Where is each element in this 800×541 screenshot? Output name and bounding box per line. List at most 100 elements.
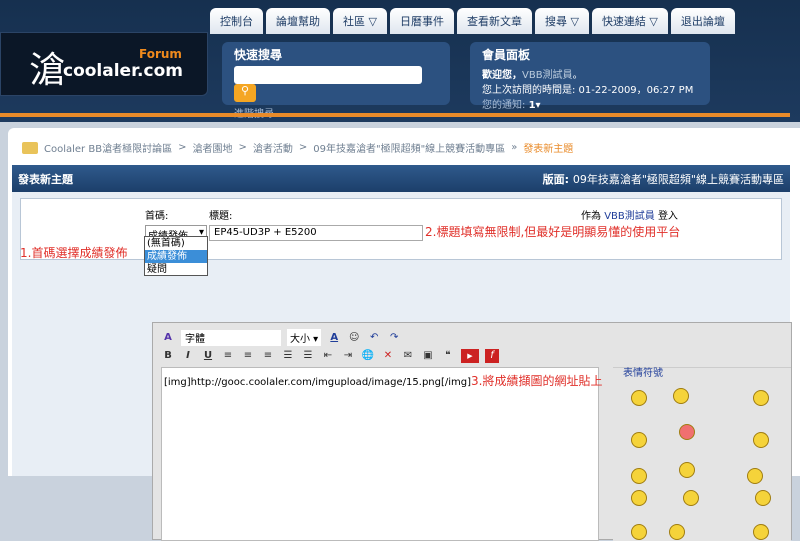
notice-count[interactable]: 1 — [529, 100, 536, 111]
smiley-icon[interactable] — [631, 390, 647, 406]
email-icon[interactable]: ✉ — [401, 349, 415, 363]
smiley-icon[interactable] — [747, 468, 763, 484]
youtube-icon[interactable]: ▶ — [461, 349, 479, 363]
smiley-icon[interactable] — [753, 524, 769, 540]
flash-icon[interactable]: f — [485, 349, 499, 363]
text-color-icon[interactable]: A — [327, 331, 341, 345]
remove-format-icon[interactable]: A — [161, 331, 175, 345]
crumb-2[interactable]: 滄者活動 — [253, 140, 293, 155]
smiley-icon[interactable] — [753, 390, 769, 406]
align-center-icon[interactable]: ≡ — [241, 349, 255, 363]
tab-quick-links[interactable]: 快速連結 ▽ — [591, 8, 668, 34]
member-panel: 會員面板 歡迎您，VBB測試員。 您上次訪問的時間是: 01-22-2009，0… — [470, 42, 710, 111]
welcome-suffix: 。 — [572, 70, 583, 81]
logged-suffix: 登入 — [657, 211, 678, 222]
tab-community[interactable]: 社區 ▽ — [333, 8, 387, 34]
indent-icon[interactable]: ⇥ — [341, 349, 355, 363]
quote-icon[interactable]: ❝ — [441, 349, 455, 363]
site-logo[interactable]: 滄 Forum coolaler.com — [0, 32, 208, 96]
smiley-icon[interactable] — [631, 468, 647, 484]
smiley-icon[interactable] — [753, 432, 769, 448]
quick-search-panel: 快速搜尋 ⚲ 進階搜尋 — [222, 42, 450, 120]
toolbar-row-1: A 字體 大小 ▾ A ☺ ↶ ↷ — [161, 329, 401, 346]
search-icon[interactable]: ⚲ — [234, 84, 256, 102]
outdent-icon[interactable]: ⇤ — [321, 349, 335, 363]
username-link[interactable]: VBB測試員 — [522, 70, 573, 81]
align-right-icon[interactable]: ≡ — [261, 349, 275, 363]
prefix-option[interactable]: 疑問 — [145, 263, 207, 276]
smiley-icon[interactable] — [669, 524, 685, 540]
smiley-icon[interactable] — [683, 490, 699, 506]
tab-help[interactable]: 論壇幫助 — [266, 8, 330, 34]
tab-logout[interactable]: 退出論壇 — [670, 8, 735, 34]
font-select[interactable]: 字體 — [181, 329, 281, 346]
redo-icon[interactable]: ↷ — [387, 331, 401, 345]
title-bar: 發表新主題 版面: 09年技嘉滄者"極限超頻"線上競賽活動專區 — [12, 165, 790, 192]
italic-icon[interactable]: I — [181, 349, 195, 363]
tab-new-posts[interactable]: 查看新文章 — [456, 8, 532, 34]
logo-glyph: 滄 — [29, 50, 66, 91]
prefix-option-selected[interactable]: 成績發佈 — [145, 250, 207, 263]
prefix-option[interactable]: (無首碼) — [145, 237, 207, 250]
size-value: 大小 — [290, 334, 310, 345]
forum-name: 09年技嘉滄者"極限超頻"線上競賽活動專區 — [572, 172, 784, 186]
page-title: 發表新主題 — [18, 172, 73, 186]
last-visit: 您上次訪問的時間是: 01-22-2009，06:27 PM — [482, 85, 694, 96]
tab-calendar[interactable]: 日曆事件 — [389, 8, 454, 34]
annotation-2: 2.標題填寫無限制,但最好是明顯易懂的使用平台 — [425, 225, 681, 239]
undo-icon[interactable]: ↶ — [367, 331, 381, 345]
divider — [0, 113, 790, 117]
search-input[interactable] — [234, 66, 422, 84]
bold-icon[interactable]: B — [161, 349, 175, 363]
smiley-icon[interactable] — [673, 388, 689, 404]
prefix-dropdown: (無首碼) 成績發佈 疑問 — [144, 236, 208, 276]
editor: A 字體 大小 ▾ A ☺ ↶ ↷ B I U ≡ ≡ ≡ ☰ ☰ ⇤ ⇥ 🌐 … — [152, 322, 792, 541]
logo-forum: Forum — [139, 47, 182, 61]
user-link[interactable]: VBB測試員 — [604, 211, 655, 222]
smiley-icon[interactable]: ☺ — [347, 331, 361, 345]
image-icon[interactable]: ▣ — [421, 349, 435, 363]
tab-search[interactable]: 搜尋 ▽ — [534, 8, 589, 34]
toolbar-row-2: B I U ≡ ≡ ≡ ☰ ☰ ⇤ ⇥ 🌐 ✕ ✉ ▣ ❝ ▶ f — [161, 349, 499, 363]
smiley-icon[interactable] — [755, 490, 771, 506]
crumb-0[interactable]: Coolaler BB滄者極限討論區 — [44, 140, 172, 155]
crumb-1[interactable]: 滄者園地 — [192, 140, 232, 155]
quick-search-title: 快速搜尋 — [234, 48, 283, 62]
header: 滄 Forum coolaler.com 控制台 論壇幫助 社區 ▽ 日曆事件 … — [0, 0, 800, 122]
crumb-3[interactable]: 09年技嘉滄者"極限超頻"線上競賽活動專區 — [313, 140, 505, 155]
font-value: 字體 — [185, 333, 205, 345]
size-select[interactable]: 大小 ▾ — [287, 329, 322, 346]
breadcrumb: Coolaler BB滄者極限討論區 > 滄者園地 > 滄者活動 > 09年技嘉滄者"… — [22, 140, 573, 155]
smiley-icon[interactable] — [631, 432, 647, 448]
crumb-current: 發表新主題 — [523, 144, 574, 155]
smilies-panel: 表情符號 — [613, 367, 791, 541]
annotation-1: 1.首碼選擇成績發佈 — [20, 246, 128, 260]
ordered-list-icon[interactable]: ☰ — [281, 349, 295, 363]
post-form: 首碼: 標題: 作為 VBB測試員 登入 成績發佈▾ EP45-UD3P + E… — [12, 192, 792, 541]
smiley-icon[interactable] — [679, 424, 695, 440]
nav-tabs: 控制台 論壇幫助 社區 ▽ 日曆事件 查看新文章 搜尋 ▽ 快速連結 ▽ 退出論… — [210, 8, 735, 34]
unlink-icon[interactable]: ✕ — [381, 349, 395, 363]
title-section: 首碼: 標題: 作為 VBB測試員 登入 成績發佈▾ EP45-UD3P + E… — [20, 198, 782, 260]
tab-control-panel[interactable]: 控制台 — [210, 8, 263, 34]
folder-icon — [22, 141, 38, 154]
caret-down-icon[interactable]: ▾ — [536, 100, 541, 111]
title-input[interactable]: EP45-UD3P + E5200 — [209, 225, 423, 241]
underline-icon[interactable]: U — [201, 349, 215, 363]
main-content: Coolaler BB滄者極限討論區 > 滄者園地 > 滄者活動 > 09年技嘉滄者"… — [8, 128, 800, 541]
smiley-icon[interactable] — [631, 524, 647, 540]
unordered-list-icon[interactable]: ☰ — [301, 349, 315, 363]
message-content: [img]http://gooc.coolaler.com/imgupload/… — [164, 377, 472, 388]
align-left-icon[interactable]: ≡ — [221, 349, 235, 363]
notice-label: 您的通知: — [482, 100, 526, 111]
prefix-label: 首碼: — [145, 211, 169, 222]
logged-as: 作為 — [581, 211, 601, 222]
smilies-title: 表情符號 — [623, 368, 663, 379]
title-label: 標題: — [209, 211, 233, 222]
message-textarea[interactable]: [img]http://gooc.coolaler.com/imgupload/… — [161, 367, 602, 541]
link-icon[interactable]: 🌐 — [361, 349, 375, 363]
forum-label: 版面: — [542, 172, 570, 186]
logo-site: coolaler.com — [63, 61, 183, 81]
smiley-icon[interactable] — [631, 490, 647, 506]
welcome-label: 歡迎您， — [482, 70, 522, 81]
